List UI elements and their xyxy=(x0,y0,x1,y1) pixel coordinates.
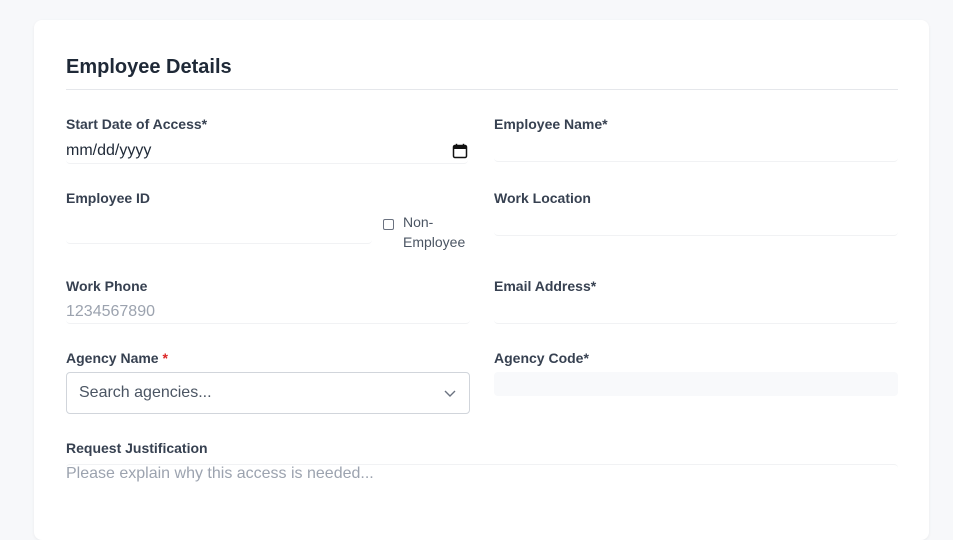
agency-name-label: Agency Name * xyxy=(66,350,168,366)
employee-details-card: Employee Details Start Date of Access* m… xyxy=(34,20,929,540)
employee-id-input[interactable] xyxy=(66,220,372,244)
agency-search-placeholder: Search agencies... xyxy=(79,384,212,401)
non-employee-label: Non-Employee xyxy=(403,214,466,250)
start-date-input[interactable]: mm/dd/yyyy xyxy=(66,138,468,164)
calendar-icon[interactable] xyxy=(452,143,468,159)
employee-name-label: Employee Name* xyxy=(494,116,608,132)
agency-code-input xyxy=(494,372,898,396)
employee-name-input[interactable] xyxy=(494,138,898,162)
section-title: Employee Details xyxy=(66,56,232,78)
work-location-label: Work Location xyxy=(494,190,591,206)
agency-name-label-text: Agency Name xyxy=(66,350,159,366)
email-input[interactable] xyxy=(494,300,898,324)
non-employee-checkbox[interactable] xyxy=(383,219,394,230)
work-phone-input[interactable] xyxy=(66,300,470,324)
work-phone-label: Work Phone xyxy=(66,278,148,294)
employee-id-label: Employee ID xyxy=(66,190,151,206)
email-label: Email Address* xyxy=(494,278,597,294)
chevron-down-icon xyxy=(444,390,456,397)
start-date-value: mm/dd/yyyy xyxy=(66,141,152,159)
non-employee-toggle[interactable]: Non-Employee xyxy=(383,212,467,252)
agency-code-label: Agency Code* xyxy=(494,350,589,366)
work-location-input[interactable] xyxy=(494,212,898,236)
required-marker: * xyxy=(162,350,168,366)
justification-textarea[interactable] xyxy=(66,464,898,524)
justification-label: Request Justification xyxy=(66,440,208,456)
section-divider xyxy=(66,89,898,90)
agency-search-select[interactable]: Search agencies... xyxy=(66,372,470,414)
start-date-label: Start Date of Access* xyxy=(66,116,208,132)
